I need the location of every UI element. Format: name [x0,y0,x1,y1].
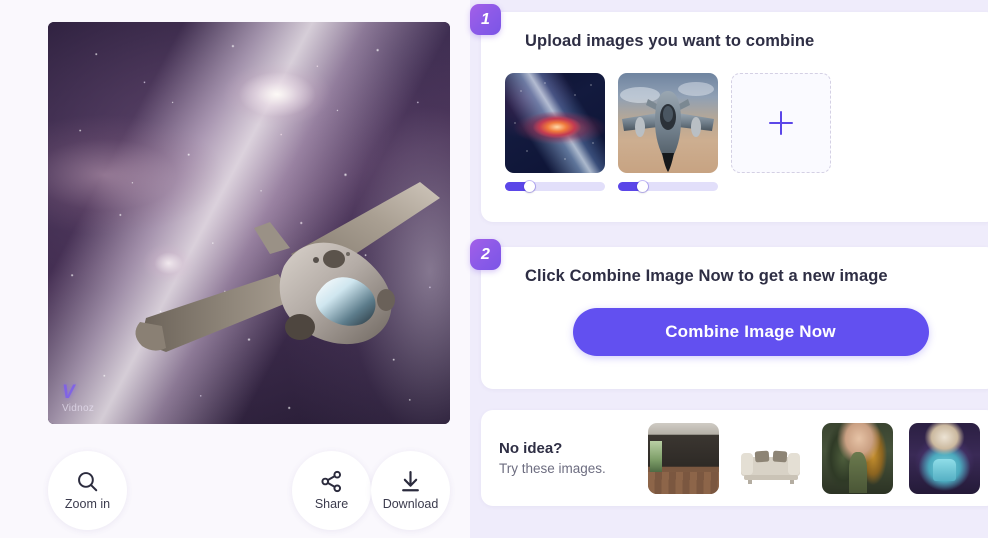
step-1-badge: 1 [470,4,501,35]
vidnoz-logo-icon: V [62,382,75,403]
zoom-in-button[interactable]: Zoom in [48,450,127,530]
zoom-in-label: Zoom in [64,497,111,512]
slider-knob[interactable] [637,181,648,192]
sample-images-card: No idea? Try these images. [481,410,988,506]
share-button[interactable]: Share [292,450,371,530]
plus-icon [769,111,793,135]
uploaded-image-cell [618,73,718,192]
share-label: Share [314,497,349,512]
combine-image-now-button[interactable]: Combine Image Now [572,308,929,356]
upload-step-title: Upload images you want to combine [525,32,815,50]
uploaded-thumbnail-galaxy[interactable] [505,73,605,173]
step-2-badge: 2 [470,239,501,270]
uploaded-image-cell [505,73,605,192]
sample-images-row [648,422,980,494]
upload-step-card: 1 Upload images you want to combine [470,4,988,222]
weight-slider-jet[interactable] [618,181,718,192]
download-button[interactable]: Download [371,450,450,530]
uploaded-thumbnail-jet[interactable] [618,73,718,173]
weight-slider-galaxy[interactable] [505,181,605,192]
sample-thumbnail-character[interactable] [909,422,980,494]
slider-knob[interactable] [524,181,535,192]
sample-images-title: No idea? [499,439,563,457]
sample-thumbnail-sofa[interactable] [735,422,806,494]
combine-step-card: 2 Click Combine Image Now to get a new i… [470,239,988,389]
aircraft-illustration [48,22,450,424]
sample-thumbnail-room[interactable] [648,422,719,494]
sample-images-text: No idea? Try these images. [499,440,631,477]
sample-thumbnail-woman[interactable] [822,422,893,494]
add-image-cell [731,73,831,191]
uploaded-images-row [505,73,976,192]
vidnoz-watermark: V Vidnoz [62,383,94,414]
result-image-preview[interactable]: V Vidnoz [48,22,450,424]
combine-image-tool: V Vidnoz Zoom in Share Download 1 Upload… [0,0,988,538]
share-nodes-icon [319,469,344,494]
cta-container: Combine Image Now [525,308,976,356]
download-label: Download [382,497,439,512]
add-image-button[interactable] [731,73,831,173]
download-arrow-icon [398,469,423,494]
combine-step-title: Click Combine Image Now to get a new ima… [525,267,888,285]
preview-action-bar: Zoom in Share Download [48,450,450,530]
sample-images-subtitle: Try these images. [499,461,606,477]
vidnoz-watermark-label: Vidnoz [62,403,95,414]
preview-column: V Vidnoz Zoom in Share Download [0,0,470,538]
magnifier-icon [75,469,100,494]
controls-column: 1 Upload images you want to combine 2 Cl… [470,0,988,538]
